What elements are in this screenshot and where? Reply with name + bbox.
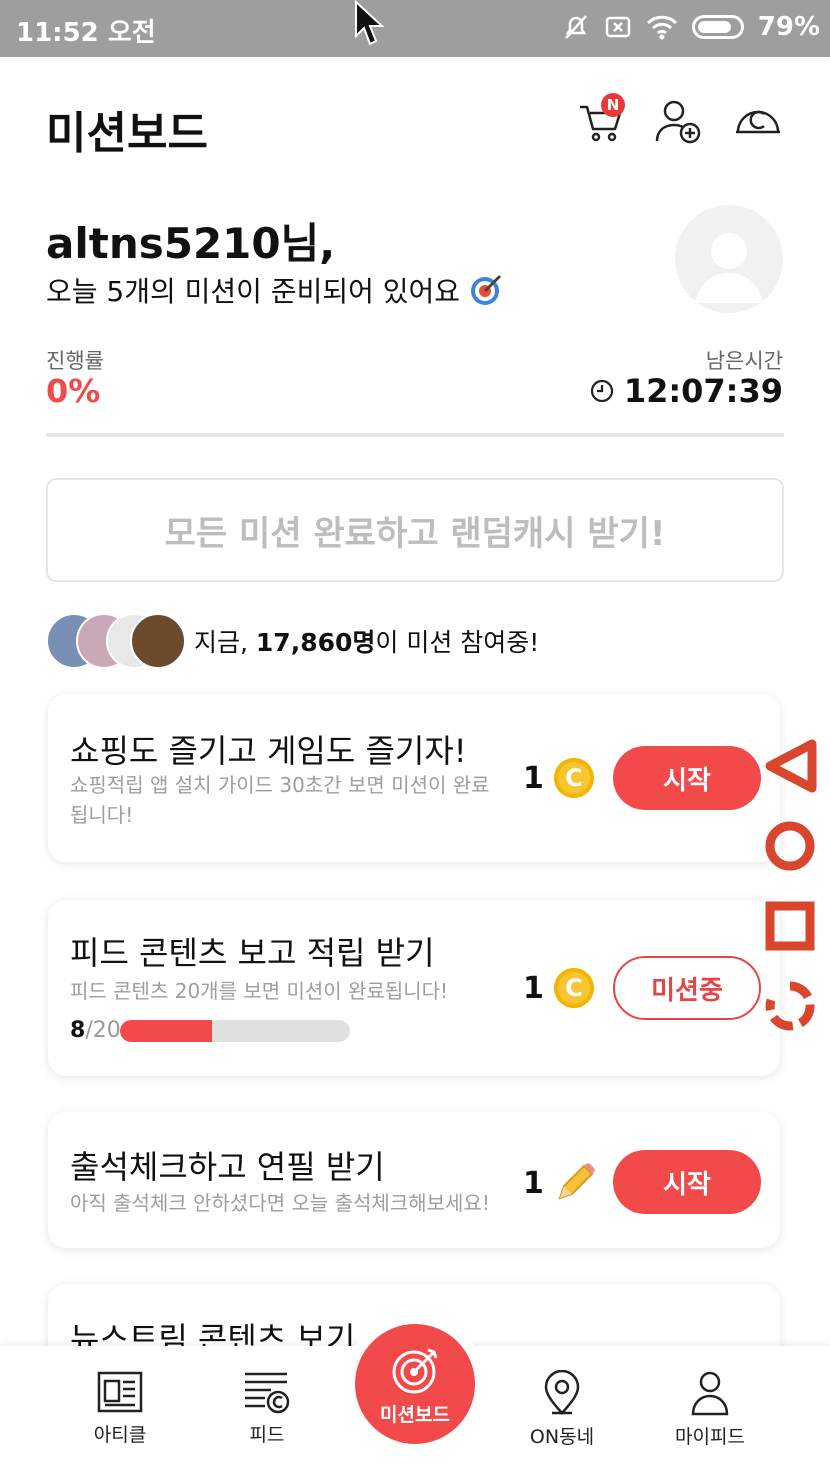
article-icon [97,1371,143,1413]
mission-progress-bar [120,1020,350,1042]
mission-progress-count: 8/20 [70,1018,121,1043]
default-avatar-icon [695,233,763,303]
bottom-navigation: 아티클 피드 미션보드 ON동네 마이피드 [0,1324,830,1476]
mute-bell-icon [564,15,587,39]
mission-title: 피드 콘텐츠 보고 적립 받기 [70,934,435,972]
back-triangle-icon[interactable] [762,738,818,794]
participant-avatars [46,613,186,669]
location-pin-icon [544,1370,580,1415]
cash-button[interactable] [733,97,783,147]
mission-card[interactable]: 출석체크하고 연필 받기 아직 출석체크 안하셨다면 오늘 출석체크해보세요! … [48,1112,780,1248]
mission-reward: 1 C [523,758,594,798]
greeting-subtitle: 오늘 5개의 미션이 준비되어 있어요 [46,270,503,310]
remaining-time: 12:07:39 [590,372,783,410]
remaining-time-label: 남은시간 [705,349,783,373]
recent-square-icon[interactable] [762,898,818,954]
participants-count: 17,860명 [255,628,376,657]
mission-progress-done: 8 [70,1018,86,1043]
greeting-subtitle-text: 오늘 5개의 미션이 준비되어 있어요 [46,275,461,308]
mission-reward: 1 C [523,968,594,1008]
nav-on-neighborhood-label: ON동네 [529,1426,595,1448]
nav-article-label: 아티클 [93,1424,147,1446]
cart-new-badge: N [601,93,625,117]
mission-reward-amount: 1 [523,970,544,1006]
app-header: 미션보드 N [0,57,830,187]
cash-coin-icon [736,110,780,134]
progress-value: 0% [46,372,101,410]
nav-mission-board-label: 미션보드 [380,1404,450,1426]
loading-ring-icon[interactable] [762,978,818,1034]
wifi-icon [646,15,677,40]
nav-feed-label: 피드 [249,1424,285,1446]
home-circle-icon[interactable] [762,818,818,874]
profile-avatar[interactable] [675,205,783,313]
in-progress-mission-button[interactable]: 미션중 [613,956,761,1020]
progress-label: 진행률 [46,349,104,373]
mission-description: 아직 출석체크 안하셨다면 오늘 출석체크해보세요! [70,1191,490,1215]
mission-description: 피드 콘텐츠 20개를 보면 미션이 완료됩니다! [70,979,449,1003]
mission-reward-amount: 1 [523,1165,544,1201]
mission-reward-amount: 1 [523,760,544,796]
mission-progress-total: /20 [85,1018,121,1043]
mission-title: 출석체크하고 연필 받기 [70,1148,385,1186]
status-bar: 11:52 오전 79% [0,0,830,57]
progress-divider [46,433,784,437]
nav-article[interactable]: 아티클 [60,1370,180,1447]
pencil-icon [558,1163,595,1200]
mission-reward: 1 [523,1162,596,1204]
battery-icon [691,15,744,39]
feed-icon [245,1372,290,1414]
clock-icon [590,379,613,403]
cart-button[interactable]: N [577,93,627,147]
nav-mission-board[interactable]: 미션보드 [355,1324,475,1444]
add-person-icon [655,100,701,144]
battery-percent: 79% [757,12,820,42]
nav-my-feed-label: 마이피드 [675,1426,745,1448]
mission-card[interactable]: 피드 콘텐츠 보고 적립 받기 피드 콘텐츠 20개를 보면 미션이 완료됩니다… [48,900,780,1076]
participants-text: 지금, 17,860명이 미션 참여중! [194,623,539,659]
start-mission-button[interactable]: 시작 [613,1150,761,1214]
start-mission-button[interactable]: 시작 [613,746,761,810]
mission-title: 쇼핑도 즐기고 게임도 즐기자! [70,732,467,770]
dart-target-icon [470,274,502,305]
participants-prefix: 지금, [194,628,256,657]
mission-progress-fill [120,1020,212,1042]
participant-avatar [130,613,186,669]
nav-on-neighborhood[interactable]: ON동네 [502,1370,622,1449]
participants-row: 지금, 17,860명이 미션 참여중! [46,612,539,670]
mission-card[interactable]: 쇼핑도 즐기고 게임도 즐기자! 쇼핑적립 앱 설치 가이드 30초간 보면 미… [48,694,780,862]
user-greeting-name: altns5210님, [46,219,336,268]
mouse-cursor-icon [355,0,385,46]
random-cash-reward-button[interactable]: 모든 미션 완료하고 랜덤캐시 받기! [46,478,784,582]
add-friend-button[interactable] [654,97,704,147]
participants-suffix: 이 미션 참여중! [375,628,540,657]
page-title: 미션보드 [46,108,208,159]
coin-icon: C [553,968,594,1008]
nav-feed[interactable]: 피드 [207,1370,327,1447]
status-time: 11:52 오전 [16,18,156,48]
nav-my-feed[interactable]: 마이피드 [650,1370,770,1449]
remaining-time-value: 12:07:39 [623,372,783,410]
target-icon [392,1348,438,1394]
coin-icon: C [553,758,594,798]
person-icon [691,1371,729,1416]
sim-off-icon [605,16,631,38]
mission-description: 쇼핑적립 앱 설치 가이드 30초간 보면 미션이 완료됩니다! [70,773,490,827]
